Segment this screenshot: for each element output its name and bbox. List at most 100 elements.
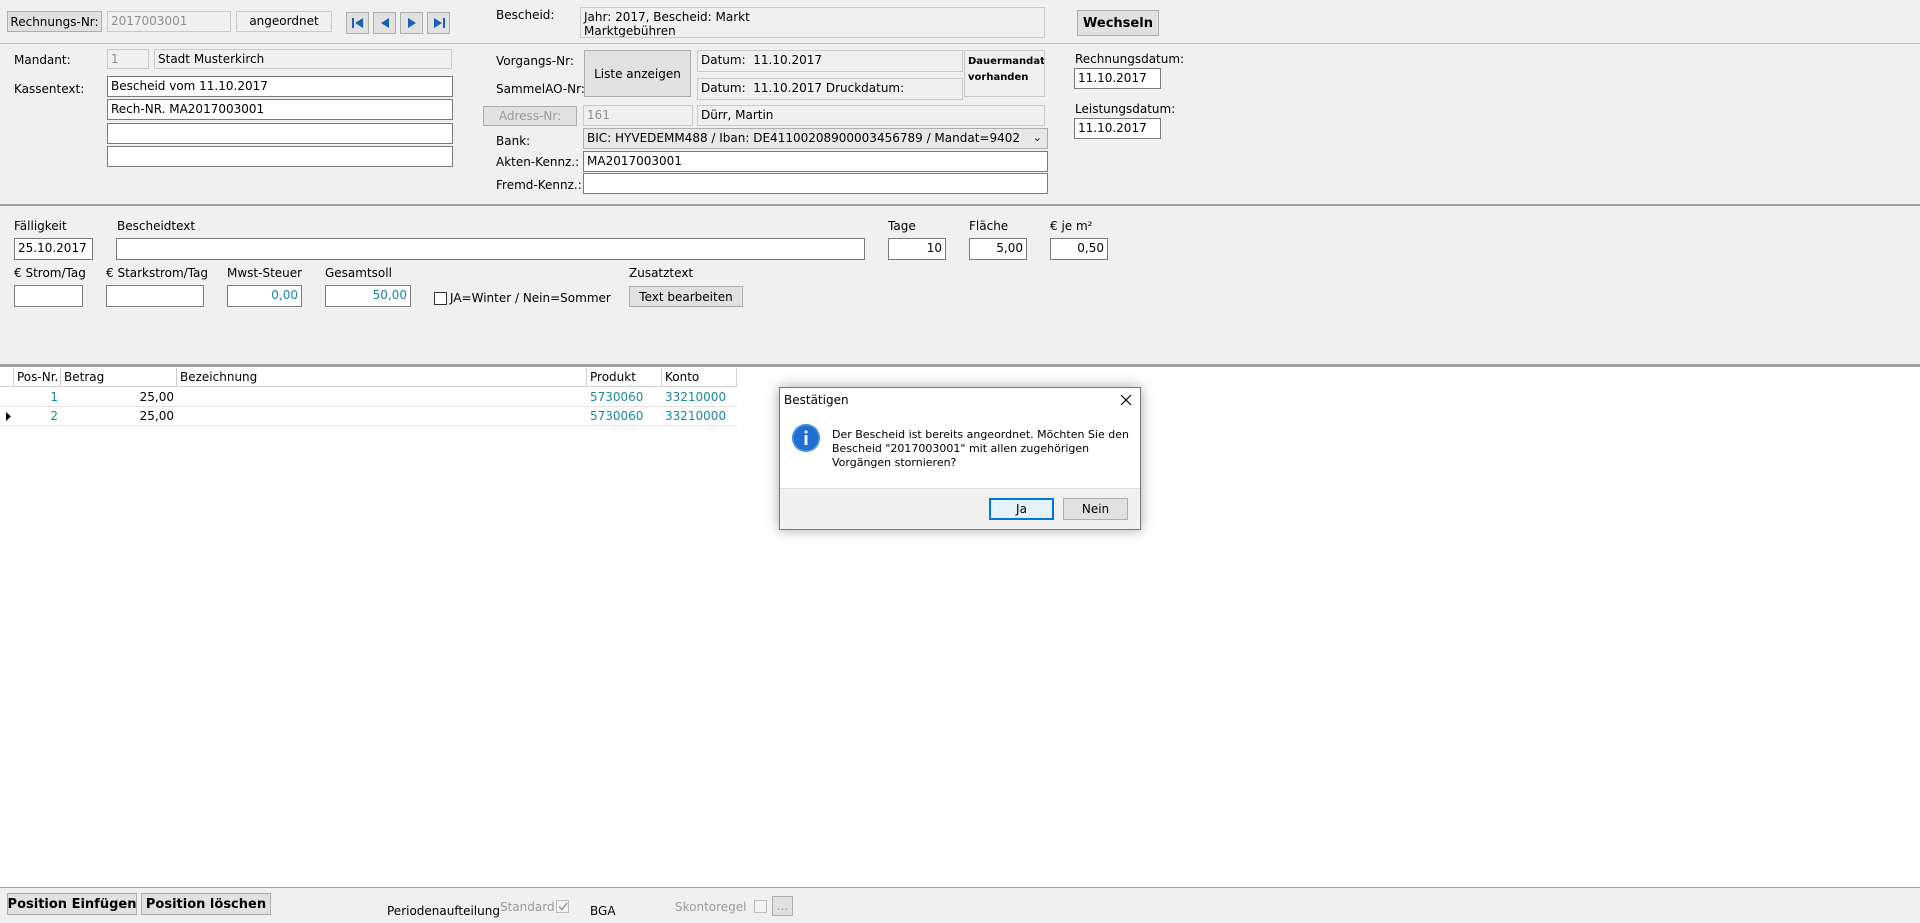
bescheidtext-label: Bescheidtext bbox=[117, 219, 196, 233]
kassentext-label: Kassentext: bbox=[14, 82, 85, 96]
ja-button[interactable]: Ja bbox=[989, 498, 1054, 520]
flaeche-label: Fläche bbox=[969, 219, 1009, 233]
nein-button[interactable]: Nein bbox=[1063, 498, 1128, 520]
strom-field[interactable] bbox=[14, 285, 83, 307]
rechnungs-nr-button[interactable]: Rechnungs-Nr: bbox=[7, 11, 102, 32]
kassentext-line-1[interactable]: Bescheid vom 11.10.2017 bbox=[107, 76, 453, 97]
cell-pos-nr: 2 bbox=[14, 407, 61, 426]
datum-1-label: Datum: bbox=[701, 53, 746, 67]
column-header-bezeichnung[interactable]: Bezeichnung bbox=[177, 368, 587, 387]
grid-row-indicator-header bbox=[0, 368, 14, 387]
status-field: angeordnet bbox=[236, 11, 332, 32]
column-header-konto[interactable]: Konto bbox=[662, 368, 737, 387]
last-record-icon[interactable] bbox=[427, 12, 450, 34]
starkstrom-field[interactable] bbox=[106, 285, 204, 307]
liste-anzeigen-button[interactable]: Liste anzeigen bbox=[584, 50, 691, 97]
info-icon bbox=[791, 423, 821, 453]
kassentext-line-4[interactable] bbox=[107, 146, 453, 167]
bescheidtext-field[interactable] bbox=[116, 238, 865, 260]
cell-betrag: 25,00 bbox=[61, 388, 177, 407]
record-navigator bbox=[346, 12, 450, 34]
fremd-kennz-label: Fremd-Kennz.: bbox=[496, 178, 582, 192]
skontoregel-checkbox[interactable] bbox=[754, 900, 767, 913]
datum-2-label: Datum: bbox=[701, 81, 746, 95]
bescheid-line-2: Marktgebühren bbox=[584, 24, 676, 38]
bank-select[interactable]: BIC: HYVEDEMM488 / Iban: DE4110020890000… bbox=[583, 128, 1048, 149]
kassentext-line-2[interactable]: Rech-NR. MA2017003001 bbox=[107, 99, 453, 120]
dialog-title: Bestätigen bbox=[784, 393, 849, 407]
bescheid-field: Jahr: 2017, Bescheid: Markt Marktgebühre… bbox=[580, 7, 1045, 38]
current-row-indicator-icon bbox=[0, 407, 14, 426]
faelligkeit-field[interactable]: 25.10.2017 bbox=[14, 238, 93, 260]
tage-label: Tage bbox=[888, 219, 916, 233]
grid-header-row: Pos-Nr. Betrag Bezeichnung Produkt Konto bbox=[0, 368, 737, 387]
previous-record-icon[interactable] bbox=[373, 12, 396, 34]
cell-pos-nr: 1 bbox=[14, 388, 61, 407]
cell-produkt: 5730060 bbox=[587, 388, 662, 407]
column-header-produkt[interactable]: Produkt bbox=[587, 368, 662, 387]
mandant-nr-field[interactable]: 1 bbox=[107, 49, 149, 69]
confirm-dialog: Bestätigen Der Bescheid ist bereits ange… bbox=[779, 387, 1141, 530]
bga-label: BGA bbox=[590, 904, 616, 918]
cell-betrag: 25,00 bbox=[61, 407, 177, 426]
text-bearbeiten-button[interactable]: Text bearbeiten bbox=[629, 286, 743, 307]
close-icon[interactable] bbox=[1118, 392, 1134, 408]
column-header-betrag[interactable]: Betrag bbox=[61, 368, 177, 387]
bank-label: Bank: bbox=[496, 134, 531, 148]
datum-1-value: 11.10.2017 bbox=[753, 53, 822, 67]
rechnungs-nr-field[interactable]: 2017003001 bbox=[107, 11, 231, 32]
standard-checkbox[interactable] bbox=[556, 900, 569, 913]
leistungsdatum-label: Leistungsdatum: bbox=[1075, 102, 1176, 116]
fremd-kennz-field[interactable] bbox=[583, 173, 1048, 194]
wechseln-button[interactable]: Wechseln bbox=[1077, 10, 1159, 36]
rechnungsdatum-field[interactable]: 11.10.2017 bbox=[1074, 68, 1161, 89]
next-record-icon[interactable] bbox=[400, 12, 423, 34]
position-einfuegen-button[interactable]: Position Einfügen bbox=[7, 893, 137, 915]
vorgangs-nr-label: Vorgangs-Nr: bbox=[496, 54, 574, 68]
column-header-pos-nr[interactable]: Pos-Nr. bbox=[14, 368, 61, 387]
adress-nr-button[interactable]: Adress-Nr: bbox=[483, 106, 577, 126]
tage-field[interactable]: 10 bbox=[888, 238, 946, 260]
cell-konto: 33210000 bbox=[662, 407, 737, 426]
strom-label: € Strom/Tag bbox=[14, 266, 86, 280]
dauermandat-line-1: Dauermandat bbox=[968, 56, 1045, 67]
leistungsdatum-field[interactable]: 11.10.2017 bbox=[1074, 118, 1161, 139]
druckdatum-label: Druckdatum: bbox=[825, 81, 905, 95]
standard-label: Standard bbox=[500, 900, 555, 914]
dialog-message: Der Bescheid ist bereits angeordnet. Möc… bbox=[832, 428, 1129, 469]
mandant-label: Mandant: bbox=[14, 53, 71, 67]
table-row[interactable]: 1 25,00 5730060 33210000 bbox=[0, 388, 737, 407]
eur-je-m2-label: € je m² bbox=[1050, 219, 1093, 233]
cell-konto: 33210000 bbox=[662, 388, 737, 407]
chevron-down-icon: ⌄ bbox=[1032, 131, 1042, 144]
periodenaufteilung-label: Periodenaufteilung bbox=[387, 904, 500, 918]
winter-checkbox[interactable] bbox=[434, 292, 447, 305]
faelligkeit-label: Fälligkeit bbox=[14, 219, 67, 233]
vorgangs-datum-field: Datum: 11.10.2017 bbox=[697, 50, 963, 72]
table-row[interactable]: 2 25,00 5730060 33210000 bbox=[0, 407, 737, 426]
kassentext-line-3[interactable] bbox=[107, 123, 453, 144]
cell-bezeichnung bbox=[177, 388, 587, 407]
adress-nr-field[interactable]: 161 bbox=[583, 105, 693, 126]
skontoregel-label: Skontoregel bbox=[675, 900, 747, 914]
bescheid-label: Bescheid: bbox=[496, 8, 555, 22]
winter-label: JA=Winter / Nein=Sommer bbox=[450, 291, 611, 305]
starkstrom-label: € Starkstrom/Tag bbox=[106, 266, 209, 280]
akten-kennz-field[interactable]: MA2017003001 bbox=[583, 151, 1048, 172]
mwst-field[interactable]: 0,00 bbox=[227, 285, 302, 307]
first-record-icon[interactable] bbox=[346, 12, 369, 34]
datum-2-value: 11.10.2017 bbox=[753, 81, 822, 95]
skontoregel-ellipsis-button[interactable]: ... bbox=[772, 896, 793, 916]
position-loeschen-button[interactable]: Position löschen bbox=[141, 893, 271, 915]
flaeche-field[interactable]: 5,00 bbox=[969, 238, 1027, 260]
adress-name-field: Dürr, Martin bbox=[697, 105, 1045, 126]
bescheid-line-1: Jahr: 2017, Bescheid: Markt bbox=[584, 10, 750, 24]
bank-select-value: BIC: HYVEDEMM488 / Iban: DE4110020890000… bbox=[587, 131, 1021, 145]
checkmark-icon bbox=[557, 902, 568, 911]
mandant-name-field: Stadt Musterkirch bbox=[154, 49, 452, 69]
akten-kennz-label: Akten-Kennz.: bbox=[496, 155, 580, 169]
sammelao-datum-field: Datum: 11.10.2017 Druckdatum: bbox=[697, 78, 963, 100]
sammelao-nr-label: SammelAO-Nr: bbox=[496, 82, 585, 96]
gesamtsoll-field[interactable]: 50,00 bbox=[325, 285, 411, 307]
eur-je-m2-field[interactable]: 0,50 bbox=[1050, 238, 1108, 260]
